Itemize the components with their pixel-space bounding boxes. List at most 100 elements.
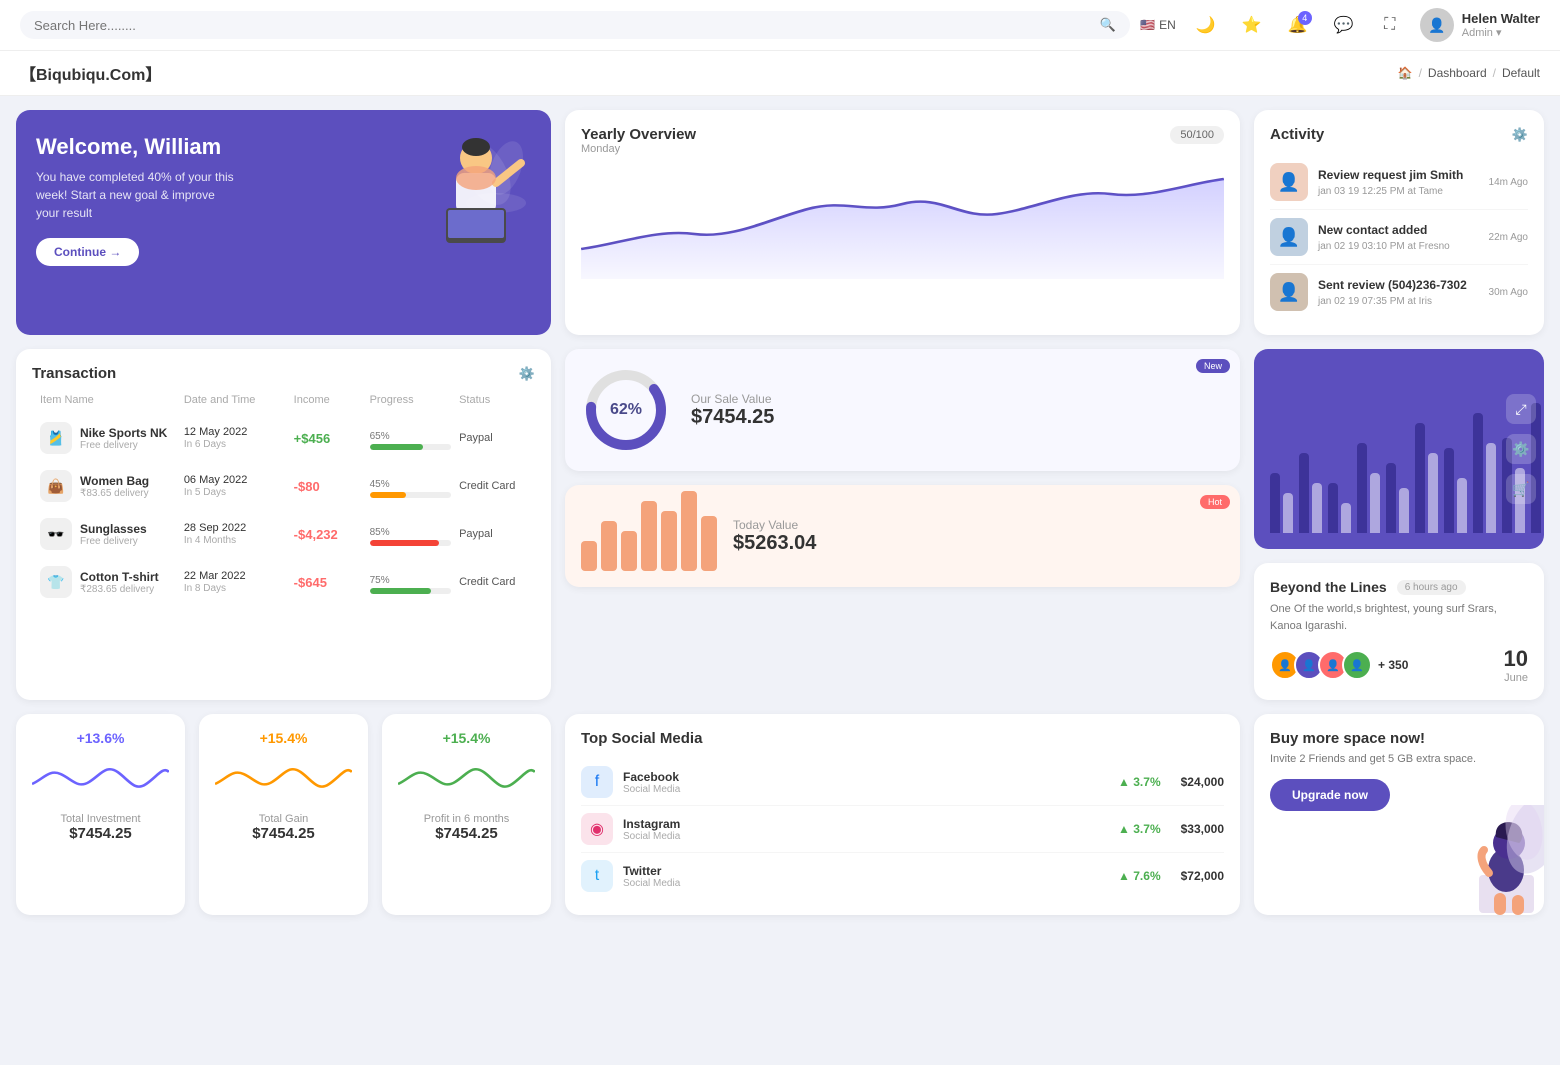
item-sub: Free delivery bbox=[80, 536, 147, 547]
sale-label: Our Sale Value bbox=[691, 392, 774, 406]
breadcrumb-dashboard[interactable]: Dashboard bbox=[1428, 66, 1487, 80]
item-icon: 👜 bbox=[40, 470, 72, 502]
bar-dark bbox=[1386, 463, 1396, 533]
search-box[interactable]: 🔍 bbox=[20, 11, 1130, 39]
brand-bar: 【Biqubiqu.Com】 🏠 / Dashboard / Default bbox=[0, 51, 1560, 96]
today-value: $5263.04 bbox=[733, 532, 816, 555]
beyond-time-ago: 6 hours ago bbox=[1397, 580, 1466, 595]
fullscreen-icon[interactable]: ⛶ bbox=[1374, 9, 1406, 41]
beyond-title: Beyond the Lines bbox=[1270, 579, 1387, 595]
upgrade-button[interactable]: Upgrade now bbox=[1270, 779, 1390, 811]
activity-item: 👤 Review request jim Smith jan 03 19 12:… bbox=[1270, 155, 1528, 210]
social-icon: t bbox=[581, 860, 613, 892]
social-sub: Social Media bbox=[623, 831, 1108, 842]
item-info: 🎽 Nike Sports NK Free delivery bbox=[40, 422, 176, 454]
buy-space-card: Buy more space now! Invite 2 Friends and… bbox=[1254, 714, 1544, 915]
activity-item: 👤 Sent review (504)236-7302 jan 02 19 07… bbox=[1270, 265, 1528, 319]
social-percent: ▲ 7.6% bbox=[1118, 869, 1161, 883]
chart-tool-1[interactable]: ⤢ bbox=[1506, 394, 1536, 424]
beyond-header: Beyond the Lines 6 hours ago bbox=[1270, 579, 1528, 595]
wave-chart bbox=[398, 754, 535, 804]
activity-list: 👤 Review request jim Smith jan 03 19 12:… bbox=[1270, 155, 1528, 319]
social-sub: Social Media bbox=[623, 878, 1108, 889]
social-percent: ▲ 3.7% bbox=[1118, 775, 1161, 789]
home-icon[interactable]: 🏠 bbox=[1398, 66, 1413, 80]
continue-button[interactable]: Continue → bbox=[36, 238, 139, 266]
item-income: -$645 bbox=[294, 575, 362, 590]
stat-label: Profit in 6 months bbox=[398, 813, 535, 825]
bar-group bbox=[1299, 453, 1322, 533]
beyond-plus-count: + 350 bbox=[1378, 658, 1408, 672]
buy-illustration bbox=[1424, 805, 1544, 915]
today-label: Today Value bbox=[733, 518, 816, 532]
activity-item: 👤 New contact added jan 02 19 03:10 PM a… bbox=[1270, 210, 1528, 265]
yearly-overview-card: Yearly Overview Monday 50/100 bbox=[565, 110, 1240, 335]
dark-mode-toggle[interactable]: 🌙 bbox=[1190, 9, 1222, 41]
social-value: $24,000 bbox=[1181, 775, 1224, 789]
language-selector[interactable]: 🇺🇸 EN bbox=[1140, 18, 1176, 32]
bar-light bbox=[1283, 493, 1293, 533]
row2: Transaction ⚙️ Item Name Date and Time I… bbox=[16, 349, 1544, 700]
stat-label: Total Gain bbox=[215, 813, 352, 825]
beyond-date: 10 June bbox=[1504, 646, 1528, 684]
avatar: 👤 bbox=[1420, 8, 1454, 42]
notifications-icon[interactable]: 🔔 4 bbox=[1282, 9, 1314, 41]
sale-value: $7454.25 bbox=[691, 406, 774, 429]
welcome-subtitle: You have completed 40% of your this week… bbox=[36, 168, 236, 222]
social-value: $33,000 bbox=[1181, 822, 1224, 836]
item-progress: 45% bbox=[370, 475, 451, 498]
user-profile[interactable]: 👤 Helen Walter Admin ▾ bbox=[1420, 8, 1540, 42]
today-bar bbox=[641, 501, 657, 571]
stat-card: +13.6% Total Investment $7454.25 bbox=[16, 714, 185, 915]
username: Helen Walter bbox=[1462, 11, 1540, 26]
item-name: Sunglasses bbox=[80, 522, 147, 536]
today-bar bbox=[701, 516, 717, 571]
search-input[interactable] bbox=[34, 18, 1092, 33]
bar-light bbox=[1486, 443, 1496, 533]
activity-settings-icon[interactable]: ⚙️ bbox=[1512, 127, 1528, 143]
row1: Welcome, William You have completed 40% … bbox=[16, 110, 1544, 335]
bar-chart-area bbox=[1270, 373, 1528, 533]
col-income: Income bbox=[294, 394, 362, 406]
bar-group bbox=[1473, 413, 1496, 533]
activity-card: Activity ⚙️ 👤 Review request jim Smith j… bbox=[1254, 110, 1544, 335]
chart-tool-2[interactable]: ⚙️ bbox=[1506, 434, 1536, 464]
item-icon: 🕶️ bbox=[40, 518, 72, 550]
activity-item-time: 30m Ago bbox=[1489, 287, 1528, 298]
activity-title: Activity bbox=[1270, 126, 1324, 143]
social-value: $72,000 bbox=[1181, 869, 1224, 883]
social-info: Twitter Social Media bbox=[623, 864, 1108, 889]
social-item: ◉ Instagram Social Media ▲ 3.7% $33,000 bbox=[581, 806, 1224, 853]
bar-group bbox=[1328, 483, 1351, 533]
col-status: Status bbox=[459, 394, 527, 406]
today-bar bbox=[601, 521, 617, 571]
transaction-settings-icon[interactable]: ⚙️ bbox=[519, 366, 535, 382]
bar-dark bbox=[1415, 423, 1425, 533]
item-income: -$80 bbox=[294, 479, 362, 494]
beyond-avatars: 👤👤👤👤 + 350 bbox=[1270, 650, 1408, 680]
sale-value-card: New 62% Our Sale Value $7454.25 bbox=[565, 349, 1240, 471]
messages-icon[interactable]: 💬 bbox=[1328, 9, 1360, 41]
social-name: Twitter bbox=[623, 864, 1108, 878]
new-badge: New bbox=[1196, 359, 1230, 373]
stat-value: $7454.25 bbox=[398, 825, 535, 842]
bar-light bbox=[1399, 488, 1409, 533]
table-row: 🎽 Nike Sports NK Free delivery 12 May 20… bbox=[32, 414, 535, 462]
transaction-header: Transaction ⚙️ bbox=[32, 365, 535, 382]
item-income: -$4,232 bbox=[294, 527, 362, 542]
activity-text: Sent review (504)236-7302 jan 02 19 07:3… bbox=[1318, 278, 1479, 307]
main-grid: Welcome, William You have completed 40% … bbox=[0, 96, 1560, 929]
chart-tool-3[interactable]: 🛒 bbox=[1506, 474, 1536, 504]
item-info: 👜 Women Bag ₹83.65 delivery bbox=[40, 470, 176, 502]
transaction-rows: 🎽 Nike Sports NK Free delivery 12 May 20… bbox=[32, 414, 535, 606]
favorites-icon[interactable]: ⭐ bbox=[1236, 9, 1268, 41]
transaction-title: Transaction bbox=[32, 365, 116, 382]
activity-thumb: 👤 bbox=[1270, 273, 1308, 311]
donut-percent: 62% bbox=[581, 365, 671, 455]
item-name: Women Bag bbox=[80, 474, 149, 488]
buy-title: Buy more space now! bbox=[1270, 730, 1528, 747]
bar-group bbox=[1415, 423, 1438, 533]
today-bars bbox=[581, 501, 717, 571]
breadcrumb-default[interactable]: Default bbox=[1502, 66, 1540, 80]
item-info: 🕶️ Sunglasses Free delivery bbox=[40, 518, 176, 550]
